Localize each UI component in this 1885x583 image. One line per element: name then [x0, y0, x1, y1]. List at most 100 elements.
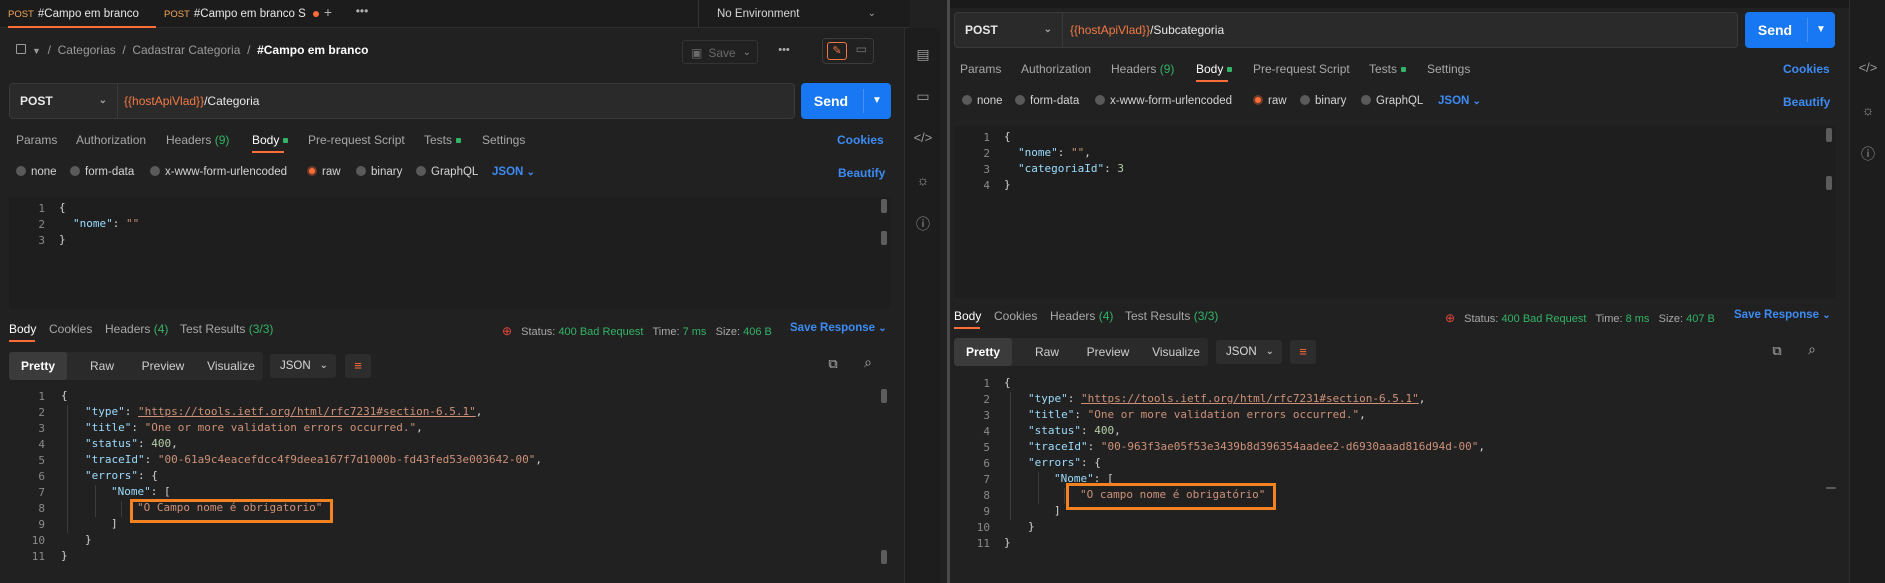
beautify-link[interactable]: Beautify — [1783, 95, 1830, 109]
lightbulb-icon[interactable]: ☼ — [1850, 102, 1885, 118]
chevron-down-icon[interactable]: ⌄ — [743, 41, 751, 65]
radio-raw[interactable]: raw — [1253, 95, 1287, 107]
response-tab-test-results[interactable]: Test Results (3/3) — [1125, 309, 1218, 323]
view-raw[interactable]: Raw — [1016, 338, 1078, 366]
globe-icon[interactable]: ⊕ — [502, 324, 512, 338]
save-response-button[interactable]: Save Response ⌄ — [790, 322, 887, 334]
tab-pre-request-script[interactable]: Pre-request Script — [308, 133, 405, 147]
copy-icon[interactable]: ⧉ — [823, 356, 843, 372]
view-visualize[interactable]: Visualize — [1144, 338, 1208, 366]
url-input[interactable]: {{hostApiVlad}}/Categoria — [124, 84, 259, 118]
response-format-selector[interactable]: JSON ⌄ — [270, 354, 336, 378]
size-value[interactable]: 407 B — [1686, 313, 1715, 325]
tab-headers[interactable]: Headers (9) — [166, 133, 229, 147]
radio-none[interactable]: none — [16, 166, 57, 178]
tab-params[interactable]: Params — [960, 62, 1001, 76]
radio-x-www-form-urlencoded[interactable]: x-www-form-urlencoded — [150, 166, 287, 178]
cookies-link[interactable]: Cookies — [1783, 62, 1830, 76]
response-body-viewer[interactable]: 1 2 3 4 5 6 7 8 9 10 11 { "type": "https://tools.i… — [9, 388, 891, 583]
request-body-editor[interactable]: 123 { "nome": "" } — [9, 197, 891, 309]
scrollbar[interactable] — [881, 389, 887, 403]
response-tab-cookies[interactable]: Cookies — [49, 322, 92, 336]
response-tab-body[interactable]: Body — [954, 309, 981, 323]
breadcrumb-cadastrar-categoria[interactable]: Cadastrar Categoria — [132, 43, 240, 57]
scrollbar[interactable] — [881, 550, 887, 564]
request-body-editor[interactable]: 1234 { "nome": "", "categoriaId": 3 } — [954, 126, 1836, 298]
tab-body[interactable]: Body — [252, 133, 289, 147]
code-icon[interactable]: </> — [905, 130, 941, 145]
url-input[interactable]: {{hostApiVlad}}/Subcategoria — [1070, 13, 1224, 47]
chevron-down-icon[interactable]: ▼ — [864, 83, 890, 119]
method-selector[interactable]: POST ⌄ — [955, 13, 1063, 47]
plus-icon[interactable]: + — [318, 4, 338, 20]
tab-campo-em-branco-s[interactable]: POST #Campo em branco S — [164, 0, 319, 28]
environment-selector[interactable]: No Environment ⌄ — [698, 0, 898, 28]
view-raw[interactable]: Raw — [71, 352, 133, 380]
tab-body[interactable]: Body — [1196, 62, 1233, 76]
copy-icon[interactable]: ⧉ — [1767, 343, 1787, 359]
scrollbar[interactable] — [881, 199, 887, 213]
globe-icon[interactable]: ⊕ — [1445, 311, 1455, 325]
method-selector[interactable]: POST ⌄ — [10, 84, 118, 118]
document-icon[interactable]: ▤ — [905, 46, 941, 63]
lightbulb-icon[interactable]: ☼ — [905, 172, 941, 188]
response-tab-body[interactable]: Body — [9, 322, 36, 336]
time-value[interactable]: 8 ms — [1626, 313, 1650, 325]
save-response-button[interactable]: Save Response ⌄ — [1734, 309, 1831, 321]
scrollbar[interactable] — [1826, 176, 1832, 190]
size-value[interactable]: 406 B — [743, 326, 772, 338]
ellipsis-icon[interactable]: ••• — [350, 4, 374, 18]
radio-form-data[interactable]: form-data — [70, 166, 134, 178]
tab-tests[interactable]: Tests — [1369, 62, 1407, 76]
view-pretty[interactable]: Pretty — [954, 338, 1012, 366]
wrap-lines-icon[interactable]: ≡ — [345, 354, 371, 378]
view-visualize[interactable]: Visualize — [199, 352, 263, 380]
radio-binary[interactable]: binary — [356, 166, 402, 178]
send-button[interactable]: Send ▼ — [801, 83, 891, 119]
breadcrumb-categorias[interactable]: Categorias — [58, 43, 116, 57]
view-preview[interactable]: Preview — [133, 352, 193, 380]
tab-campo-em-branco[interactable]: POST #Campo em branco — [8, 0, 156, 28]
search-icon[interactable]: ⌕ — [1802, 341, 1822, 358]
radio-graphql[interactable]: GraphQL — [416, 166, 478, 178]
status-value[interactable]: 400 Bad Request — [1501, 313, 1586, 325]
response-format-selector[interactable]: JSON ⌄ — [1216, 340, 1282, 364]
tab-authorization[interactable]: Authorization — [76, 133, 146, 147]
radio-form-data[interactable]: form-data — [1015, 95, 1079, 107]
radio-graphql[interactable]: GraphQL — [1361, 95, 1423, 107]
breadcrumb-current[interactable]: #Campo em branco — [257, 43, 368, 57]
response-body-viewer[interactable]: 1 2 3 4 5 6 7 8 9 10 11 { "type": "https://tools.i… — [954, 375, 1836, 583]
time-value[interactable]: 7 ms — [683, 326, 707, 338]
pencil-icon[interactable]: ✎ — [827, 42, 847, 60]
tab-settings[interactable]: Settings — [482, 133, 525, 147]
info-icon[interactable]: ⓘ — [1850, 144, 1885, 164]
search-icon[interactable]: ⌕ — [858, 354, 878, 371]
tab-headers[interactable]: Headers (9) — [1111, 62, 1174, 76]
tab-params[interactable]: Params — [16, 133, 57, 147]
scrollbar[interactable] — [1826, 128, 1832, 142]
ellipsis-icon[interactable]: ••• — [772, 44, 796, 56]
tab-tests[interactable]: Tests — [424, 133, 462, 147]
response-tab-cookies[interactable]: Cookies — [994, 309, 1037, 323]
scrollbar[interactable] — [881, 231, 887, 245]
tab-pre-request-script[interactable]: Pre-request Script — [1253, 62, 1350, 76]
body-format-selector[interactable]: JSON ⌄ — [492, 166, 535, 178]
response-tab-headers[interactable]: Headers (4) — [105, 322, 168, 336]
view-pretty[interactable]: Pretty — [9, 352, 67, 380]
response-tab-test-results[interactable]: Test Results (3/3) — [180, 322, 273, 336]
body-format-selector[interactable]: JSON ⌄ — [1438, 95, 1481, 107]
info-icon[interactable]: ⓘ — [905, 214, 941, 234]
save-button[interactable]: ▣ Save ⌄ — [682, 40, 758, 64]
radio-x-www-form-urlencoded[interactable]: x-www-form-urlencoded — [1095, 95, 1232, 107]
radio-raw[interactable]: raw — [307, 166, 341, 178]
response-tab-headers[interactable]: Headers (4) — [1050, 309, 1113, 323]
code-icon[interactable]: </> — [1850, 60, 1885, 75]
tab-authorization[interactable]: Authorization — [1021, 62, 1091, 76]
wrap-lines-icon[interactable]: ≡ — [1290, 340, 1316, 364]
view-toggle[interactable]: ✎ ▭ — [822, 38, 874, 64]
beautify-link[interactable]: Beautify — [838, 166, 885, 180]
comment-icon[interactable]: ▭ — [905, 88, 941, 105]
tab-settings[interactable]: Settings — [1427, 62, 1470, 76]
radio-none[interactable]: none — [962, 95, 1003, 107]
cookies-link[interactable]: Cookies — [837, 133, 884, 147]
